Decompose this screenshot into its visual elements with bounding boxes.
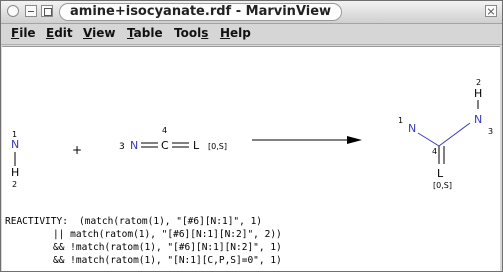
menu-view[interactable]: View bbox=[83, 26, 115, 40]
atom-map-2: 2 bbox=[476, 78, 481, 87]
single-bond bbox=[417, 132, 440, 147]
atom-map-3: 3 bbox=[119, 142, 125, 152]
menu-file[interactable]: File bbox=[11, 26, 36, 40]
atom-list-l: L bbox=[193, 139, 200, 152]
window-menu-icon[interactable] bbox=[7, 5, 19, 17]
atom-list-values: [0,S] bbox=[433, 181, 452, 190]
atom-map-4: 4 bbox=[162, 126, 167, 135]
reactant-amine: 1 N H 2 bbox=[11, 130, 19, 189]
reactivity-rule: REACTIVITY: (match(ratom(1), "[#6][N:1]"… bbox=[5, 216, 282, 266]
plus-sign: + bbox=[72, 143, 82, 157]
carbon-atom: C bbox=[161, 139, 169, 152]
atom-list-l: L bbox=[437, 167, 444, 180]
close-icon[interactable] bbox=[485, 5, 497, 17]
marvinview-window: amine+isocyanate.rdf - MarvinView File E… bbox=[0, 0, 503, 272]
reactivity-line: || match(ratom(1), "[#6][N:1][N:2]", 2)) bbox=[53, 229, 282, 240]
maximize-icon[interactable] bbox=[41, 5, 53, 17]
hydrogen-atom: H bbox=[474, 87, 482, 100]
minimize-icon[interactable] bbox=[25, 5, 37, 17]
reactivity-label: REACTIVITY: bbox=[5, 216, 68, 227]
window-title: amine+isocyanate.rdf - MarvinView bbox=[59, 3, 343, 21]
molecule-canvas[interactable]: 1 N H 2 + 3 N 4 C L [0,S] 2 H N 3 1 N 4 … bbox=[2, 46, 500, 271]
reactant-isocyanate: 3 N 4 C L [0,S] bbox=[119, 126, 227, 152]
atom-map-3: 3 bbox=[488, 127, 493, 136]
reactivity-line: && !match(ratom(1), "[N:1][C,P,S]=0", 1) bbox=[53, 255, 282, 266]
nitrogen-atom: N bbox=[408, 122, 416, 135]
menu-edit[interactable]: Edit bbox=[46, 26, 73, 40]
atom-map-2: 2 bbox=[12, 180, 17, 189]
product-molecule: 2 H N 3 1 N 4 L [0,S] bbox=[398, 78, 493, 190]
menu-bar: File Edit View Table Tools Help bbox=[1, 24, 502, 45]
nitrogen-atom: N bbox=[11, 138, 19, 151]
hydrogen-atom: H bbox=[11, 166, 19, 179]
atom-map-1: 1 bbox=[398, 116, 403, 125]
reactivity-line: && !match(ratom(1), "[#6][N:1][N:2]", 1) bbox=[53, 242, 282, 253]
single-bond bbox=[438, 122, 471, 147]
nitrogen-atom: N bbox=[130, 139, 138, 152]
arrow-head bbox=[347, 136, 362, 144]
menu-tools[interactable]: Tools bbox=[174, 26, 208, 40]
menu-help[interactable]: Help bbox=[220, 26, 251, 40]
atom-map-4: 4 bbox=[432, 147, 437, 156]
menu-table[interactable]: Table bbox=[127, 26, 163, 40]
reaction-arrow bbox=[252, 136, 362, 144]
reaction-drawing: 1 N H 2 + 3 N 4 C L [0,S] 2 H N 3 1 N 4 … bbox=[5, 78, 493, 266]
reactivity-line: (match(ratom(1), "[#6][N:1]", 1) bbox=[79, 216, 262, 227]
nitrogen-atom: N bbox=[474, 113, 482, 126]
title-bar[interactable]: amine+isocyanate.rdf - MarvinView bbox=[1, 1, 502, 24]
atom-list-values: [0,S] bbox=[208, 142, 227, 151]
